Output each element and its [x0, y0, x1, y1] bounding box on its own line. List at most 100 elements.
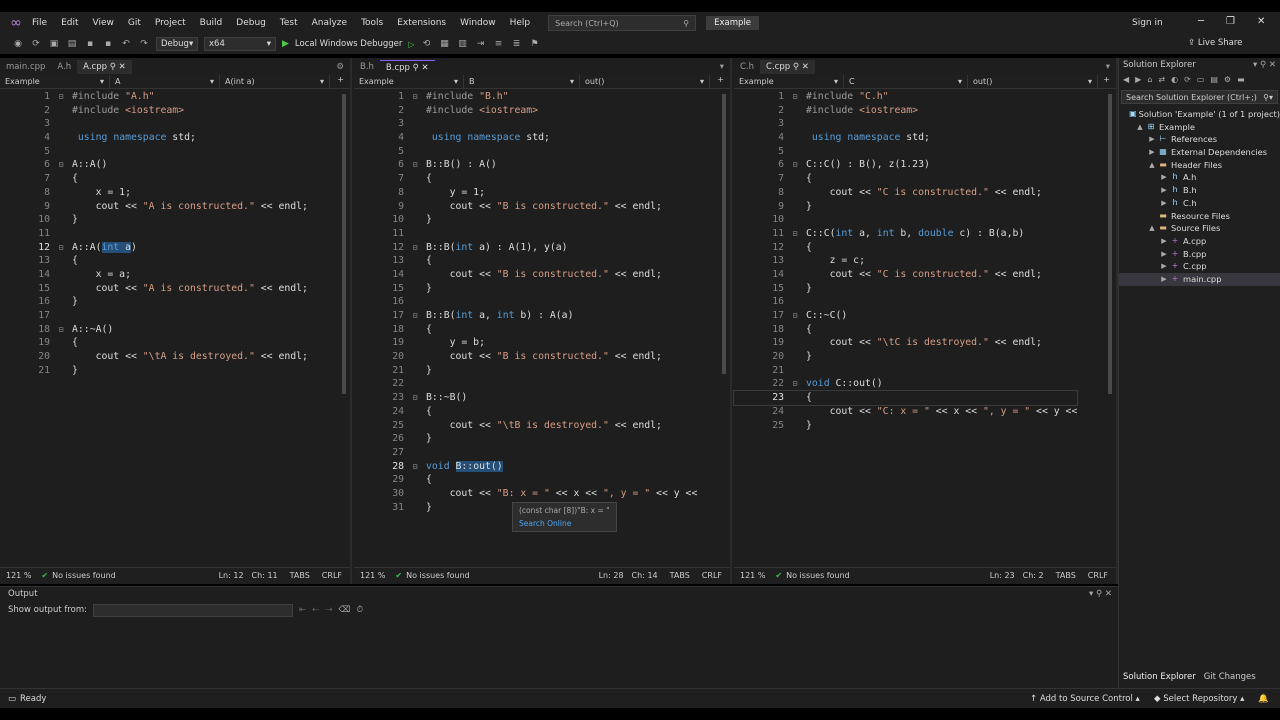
- expand-toggle-icon[interactable]: ▶: [1159, 184, 1169, 197]
- nav-scope-select[interactable]: C ▾: [844, 75, 968, 88]
- scrollbar-thumb[interactable]: [722, 94, 726, 374]
- nav-project-select[interactable]: Example ▾: [0, 75, 110, 88]
- vertical-scrollbar[interactable]: [340, 90, 348, 564]
- nav-member-select[interactable]: A(int a) ▾: [220, 75, 330, 88]
- issues-status[interactable]: No issues found: [786, 571, 850, 580]
- undo-icon[interactable]: ↶: [120, 38, 132, 50]
- save-all-icon[interactable]: ▪: [102, 38, 114, 50]
- expand-toggle-icon[interactable]: ▶: [1159, 171, 1169, 184]
- menu-extensions[interactable]: Extensions: [397, 18, 446, 28]
- code-editor[interactable]: 1 ⊟ #include "C.h" 2 #include <iostream> 3 4 u…: [732, 90, 1079, 432]
- expand-toggle-icon[interactable]: ▲: [1147, 159, 1157, 172]
- fold-toggle-icon[interactable]: ⊟: [404, 90, 426, 104]
- fold-toggle-icon[interactable]: ⊟: [784, 158, 806, 172]
- add-to-source-control-button[interactable]: ↑ Add to Source Control ▴: [1030, 694, 1140, 704]
- collapse-all-icon[interactable]: ▭: [1197, 75, 1205, 84]
- tab-list-icon[interactable]: ▾: [720, 62, 730, 72]
- home-icon[interactable]: ⌂: [1147, 75, 1152, 84]
- vertical-scrollbar[interactable]: [720, 90, 728, 564]
- start-debug-button[interactable]: Local Windows Debugger: [295, 39, 402, 49]
- settings-icon[interactable]: ⚙: [336, 62, 350, 72]
- split-editor-icon[interactable]: +: [717, 75, 730, 88]
- select-repository-button[interactable]: ◆ Select Repository ▴: [1154, 694, 1244, 704]
- fold-toggle-icon[interactable]: ⊟: [50, 158, 72, 172]
- pin-icon[interactable]: ⚲: [1096, 589, 1105, 599]
- issues-status[interactable]: No issues found: [406, 571, 470, 580]
- platform-select[interactable]: x64 ▾: [204, 37, 276, 51]
- solution-tree-item[interactable]: ▲ ⊞ Example: [1119, 121, 1280, 134]
- navigate-forward-icon[interactable]: ⟳: [30, 38, 42, 50]
- solution-tree-item[interactable]: ▶ h B.h: [1119, 184, 1280, 197]
- tab-c-h[interactable]: C.h: [734, 60, 760, 74]
- restore-icon[interactable]: ❐: [1226, 16, 1235, 27]
- step-icon[interactable]: ⇥: [475, 38, 487, 50]
- global-search-input[interactable]: Search (Ctrl+Q) ⚲: [548, 15, 697, 31]
- expand-toggle-icon[interactable]: ▶: [1147, 146, 1157, 159]
- redo-icon[interactable]: ↷: [138, 38, 150, 50]
- show-all-files-icon[interactable]: ▤: [1210, 75, 1218, 84]
- solution-tree-item[interactable]: ▶ h A.h: [1119, 171, 1280, 184]
- zoom-level[interactable]: 121 %: [740, 571, 765, 580]
- fold-toggle-icon[interactable]: ⊟: [404, 158, 426, 172]
- fold-toggle-icon[interactable]: ⊟: [50, 323, 72, 337]
- expand-toggle-icon[interactable]: ▶: [1159, 273, 1169, 286]
- menu-help[interactable]: Help: [510, 18, 531, 28]
- output-prev-icon[interactable]: ⇠: [312, 605, 319, 615]
- close-icon[interactable]: ✕: [1269, 60, 1276, 70]
- uncomment-icon[interactable]: ≣: [511, 38, 523, 50]
- solution-tree-item[interactable]: ▲ ▬ Source Files: [1119, 222, 1280, 235]
- clear-all-icon[interactable]: ⌫: [338, 605, 350, 615]
- pin-icon[interactable]: ⚲: [1260, 60, 1269, 70]
- word-wrap-icon[interactable]: ⏱: [356, 605, 363, 615]
- nav-member-select[interactable]: out() ▾: [580, 75, 710, 88]
- close-icon[interactable]: ✕: [1105, 589, 1112, 599]
- solution-tree-item[interactable]: ▣ Solution 'Example' (1 of 1 project): [1119, 108, 1280, 121]
- expand-toggle-icon[interactable]: ▶: [1159, 260, 1169, 273]
- fold-toggle-icon[interactable]: ⊟: [784, 90, 806, 104]
- solution-tree-item[interactable]: ▶ + C.cpp: [1119, 260, 1280, 273]
- new-project-icon[interactable]: ▣: [48, 38, 60, 50]
- fold-toggle-icon[interactable]: ⊟: [404, 460, 426, 474]
- vertical-scrollbar[interactable]: [1106, 90, 1114, 564]
- navigate-back-icon[interactable]: ◉: [12, 38, 24, 50]
- expand-toggle-icon[interactable]: ▶: [1159, 235, 1169, 248]
- nav-project-select[interactable]: Example ▾: [734, 75, 844, 88]
- scrollbar-thumb[interactable]: [342, 94, 346, 394]
- menu-edit[interactable]: Edit: [61, 18, 78, 28]
- dropdown-icon[interactable]: ▾: [1089, 589, 1096, 599]
- solution-tree-item[interactable]: ▶ ⊢ References: [1119, 133, 1280, 146]
- tab-b-cpp[interactable]: B.cpp ⚲ ✕: [379, 60, 435, 74]
- preview-icon[interactable]: ▬: [1237, 75, 1245, 84]
- fold-toggle-icon[interactable]: ⊟: [404, 241, 426, 255]
- fold-toggle-icon[interactable]: ⊟: [404, 309, 426, 323]
- split-editor-icon[interactable]: +: [1103, 75, 1116, 88]
- code-editor[interactable]: 1 ⊟ #include "A.h" 2 #include <iostream> 3 4 u…: [0, 90, 308, 377]
- dropdown-icon[interactable]: ▾: [1253, 60, 1260, 70]
- tab-main-cpp[interactable]: main.cpp: [0, 60, 51, 74]
- menu-view[interactable]: View: [93, 18, 114, 28]
- tab-c-cpp[interactable]: C.cpp ⚲ ✕: [760, 60, 815, 74]
- issues-status[interactable]: No issues found: [52, 571, 116, 580]
- scrollbar-thumb[interactable]: [1108, 94, 1112, 394]
- tab-solution-explorer[interactable]: Solution Explorer: [1119, 672, 1200, 686]
- solution-tree-item[interactable]: ▶ ▦ External Dependencies: [1119, 146, 1280, 159]
- nav-scope-select[interactable]: A ▾: [110, 75, 220, 88]
- output-find-icon[interactable]: ⇤: [299, 605, 306, 615]
- expand-toggle-icon[interactable]: ▲: [1147, 222, 1157, 235]
- menu-analyze[interactable]: Analyze: [312, 18, 347, 28]
- close-icon[interactable]: ✕: [1257, 16, 1265, 27]
- menu-file[interactable]: File: [32, 18, 47, 28]
- fold-toggle-icon[interactable]: ⊟: [50, 241, 72, 255]
- menu-window[interactable]: Window: [460, 18, 496, 28]
- properties-icon[interactable]: ⚙: [1224, 75, 1231, 84]
- fold-toggle-icon[interactable]: ⊟: [404, 391, 426, 405]
- tab-close-icon[interactable]: ⚲ ✕: [107, 62, 126, 72]
- open-file-icon[interactable]: ▤: [66, 38, 78, 50]
- tab-close-icon[interactable]: ⚲ ✕: [410, 63, 429, 73]
- solution-tree-item[interactable]: ▶ + main.cpp: [1119, 272, 1280, 286]
- comment-icon[interactable]: ≡: [493, 38, 505, 50]
- output-source-select[interactable]: [93, 603, 294, 617]
- fold-toggle-icon[interactable]: ⊟: [784, 309, 806, 323]
- menu-build[interactable]: Build: [200, 18, 223, 28]
- fold-toggle-icon[interactable]: ⊟: [784, 377, 806, 391]
